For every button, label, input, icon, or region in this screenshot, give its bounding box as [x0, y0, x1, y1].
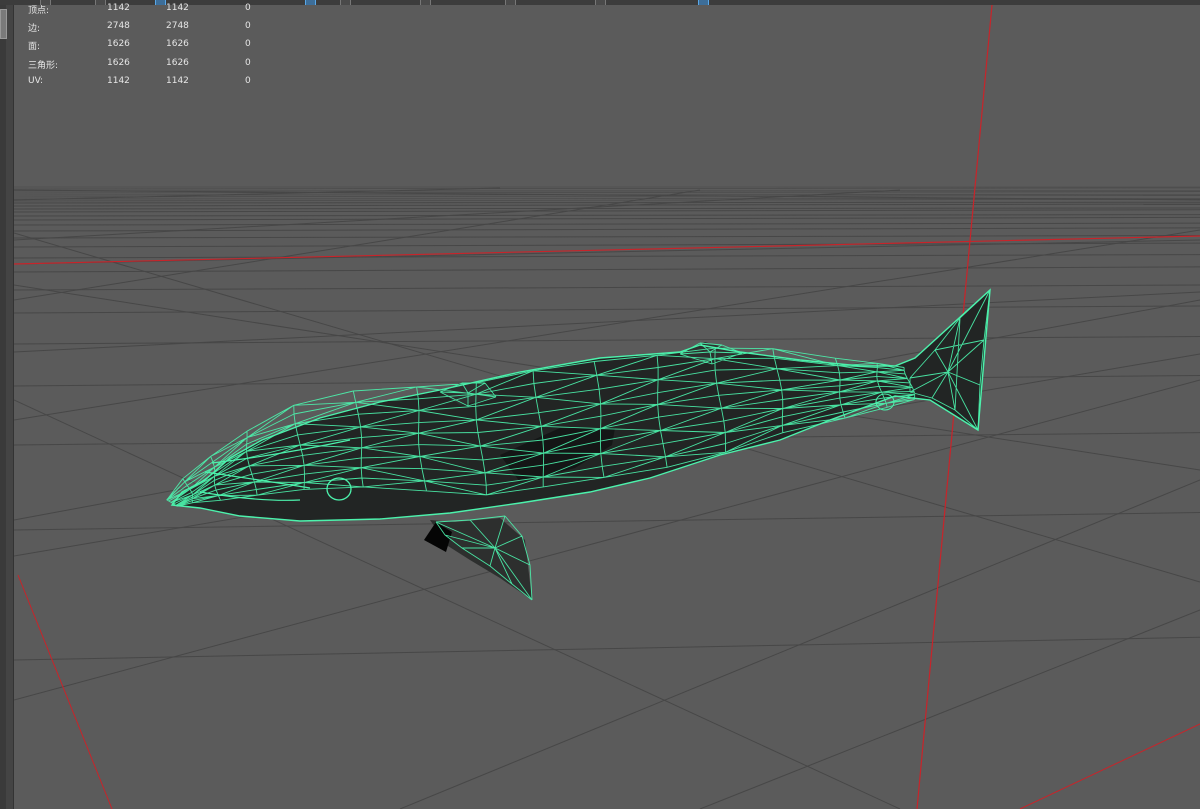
select-tool-icon[interactable]	[0, 9, 7, 39]
hud-value-selected: 1142	[166, 3, 189, 13]
grid-line	[14, 187, 501, 201]
grid-line	[14, 216, 1200, 221]
grid-line	[14, 227, 1200, 232]
z-axis-line	[17, 574, 113, 809]
hud-value-selected: 1626	[166, 57, 189, 68]
grid-line	[14, 222, 1200, 226]
z-axis-line	[1019, 723, 1200, 809]
hud-value-object: 1142	[107, 75, 130, 86]
hud-value-selected: 1142	[166, 75, 189, 86]
grid-line	[14, 291, 1200, 353]
scene-canvas[interactable]	[14, 5, 1200, 809]
x-axis-line	[14, 235, 1200, 265]
hud-label: 边:	[28, 24, 41, 35]
grid-line	[399, 479, 1200, 809]
hud-value-other: 0	[245, 39, 251, 50]
3d-viewport[interactable]	[14, 5, 1200, 809]
grid-line	[14, 207, 1200, 210]
hud-label: 面:	[28, 42, 41, 53]
hud-label: 三角形:	[28, 60, 59, 71]
tool-shelf	[0, 5, 14, 809]
grid-line	[14, 636, 1200, 661]
grid-line	[14, 235, 1200, 239]
shelf-edge	[0, 5, 6, 809]
hud-value-object: 1626	[107, 39, 130, 50]
hud-value-other: 0	[245, 57, 251, 68]
hud-value-other: 0	[245, 21, 251, 32]
hud-label: 顶点:	[28, 6, 50, 16]
hud-value-selected: 2748	[166, 21, 189, 32]
grid-line	[14, 512, 1200, 531]
hud-value-selected: 1626	[166, 39, 189, 50]
grid-line	[14, 305, 1200, 314]
grid-line	[14, 187, 1200, 190]
hud-value-other: 0	[245, 75, 251, 86]
grid-line	[14, 254, 1200, 259]
grid-line	[14, 201, 1200, 204]
grid-line	[14, 209, 1200, 213]
grid-line	[14, 214, 1200, 217]
grid-line	[699, 609, 1200, 809]
fish-wireframe-mesh[interactable]	[166, 288, 991, 601]
hud-value-object: 1142	[107, 3, 130, 13]
hud-value-object: 1626	[107, 57, 130, 68]
grid-line	[14, 199, 1200, 202]
hud-value-other: 0	[245, 3, 251, 13]
hud-label: UV:	[28, 75, 44, 86]
hud-value-object: 2748	[107, 21, 130, 32]
